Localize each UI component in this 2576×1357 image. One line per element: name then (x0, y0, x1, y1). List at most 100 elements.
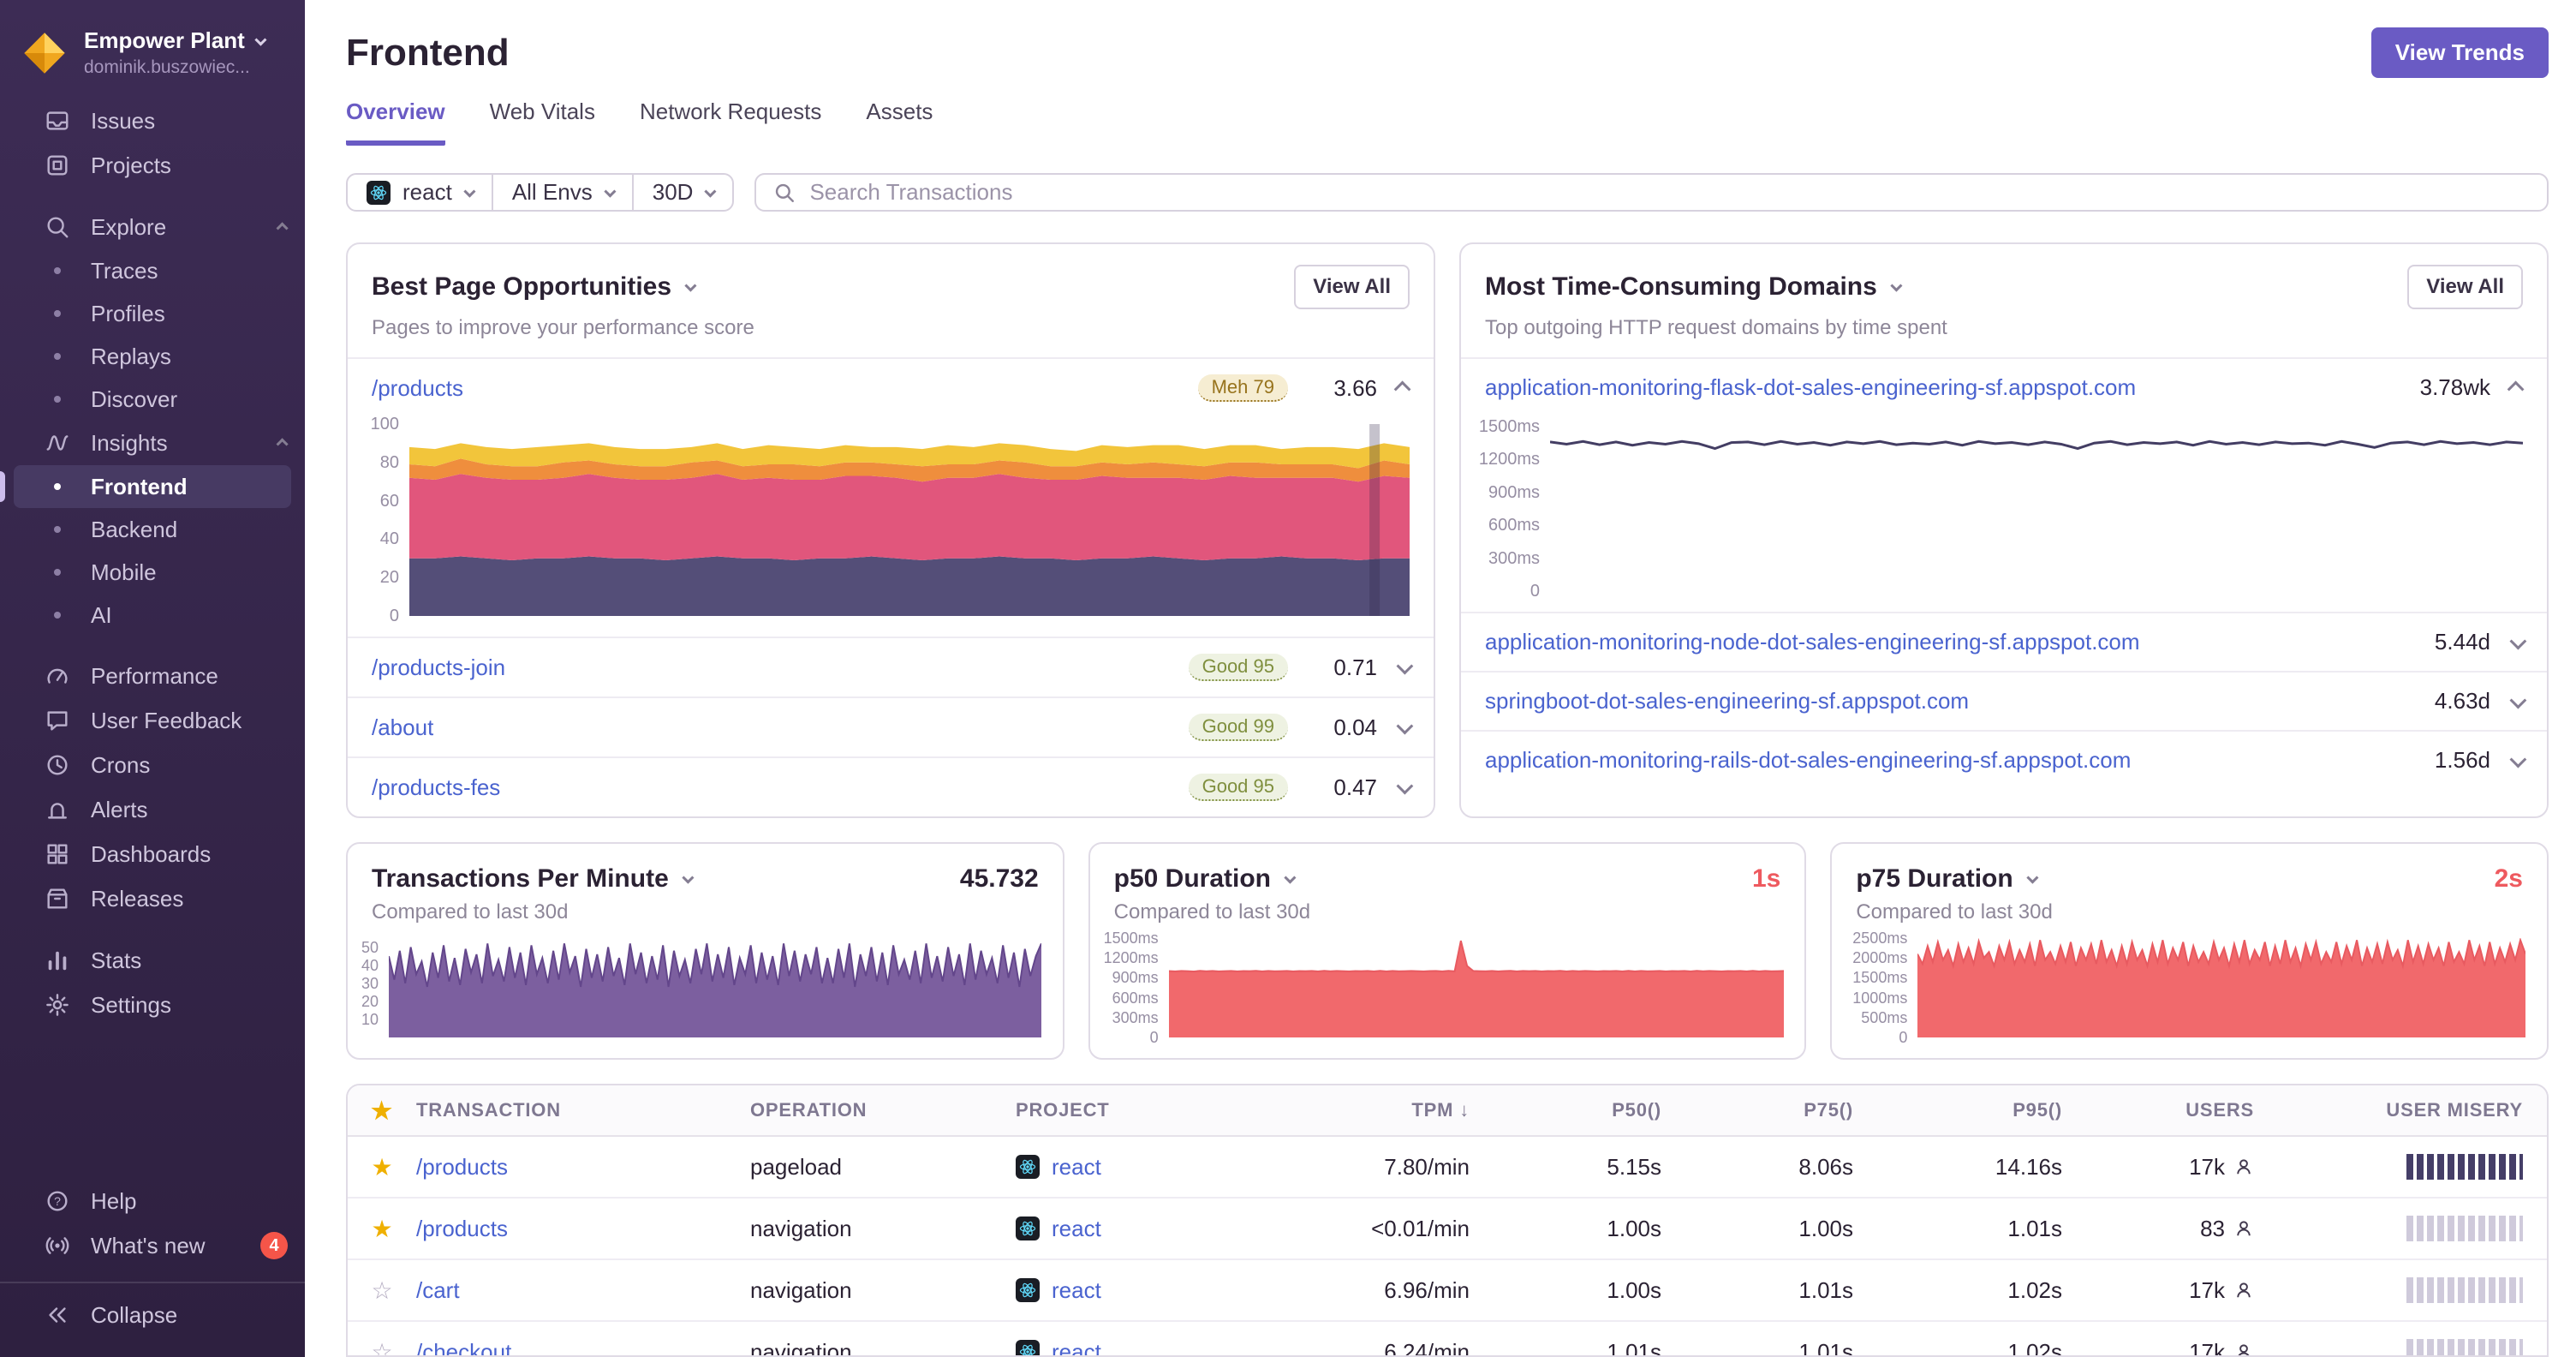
user-icon (2237, 1221, 2251, 1236)
chevron-up-icon[interactable] (1393, 380, 1411, 398)
chevron-down-icon[interactable] (2509, 691, 2527, 708)
whats-new-badge: 4 (260, 1232, 288, 1259)
metric-title-dropdown[interactable]: p75 Duration (1856, 864, 2039, 894)
sidebar-item-user-feedback[interactable]: User Feedback (0, 698, 305, 743)
environment-selector[interactable]: All Envs (493, 175, 634, 210)
sidebar-section-insights[interactable]: Insights (0, 421, 305, 465)
project-selector[interactable]: react (348, 175, 493, 210)
chevron-down-icon (604, 185, 617, 198)
transaction-link[interactable]: /products (416, 1154, 508, 1180)
sidebar-item-whats-new[interactable]: What's new 4 (0, 1223, 305, 1268)
search-input[interactable] (809, 179, 2530, 206)
sidebar-item-dashboards[interactable]: Dashboards (0, 832, 305, 876)
sidebar-item-discover[interactable]: Discover (0, 378, 305, 421)
sidebar-collapse-button[interactable]: Collapse (0, 1282, 305, 1336)
key-transaction-star[interactable]: ☆ (371, 1339, 392, 1356)
chevron-down-icon[interactable] (1396, 657, 1414, 675)
sidebar-item-alerts[interactable]: Alerts (0, 787, 305, 832)
sidebar-item-ai[interactable]: AI (0, 594, 305, 637)
chevron-down-icon[interactable] (1396, 717, 1414, 735)
sidebar-item-stats[interactable]: Stats (0, 938, 305, 983)
domain-link[interactable]: application-monitoring-rails-dot-sales-e… (1485, 747, 2435, 774)
project-link[interactable]: react (1052, 1277, 1101, 1304)
issues-icon (45, 108, 70, 134)
sidebar-item-performance[interactable]: Performance (0, 654, 305, 698)
column-header-users[interactable]: USERS (2079, 1099, 2271, 1121)
p95-cell: 1.02s (2007, 1276, 2062, 1303)
column-header-project[interactable]: PROJECT (1016, 1099, 1298, 1121)
domain-link[interactable]: application-monitoring-flask-dot-sales-e… (1485, 374, 2420, 401)
column-header-tpm[interactable]: TPM ↓ (1298, 1099, 1487, 1121)
project-link[interactable]: react (1052, 1339, 1101, 1356)
page-link[interactable]: /products-fes (372, 774, 500, 801)
sidebar-section-explore[interactable]: Explore (0, 205, 305, 249)
org-switcher[interactable]: Empower Plant dominik.buszowiec... (0, 17, 305, 99)
key-transaction-star[interactable]: ★ (371, 1216, 392, 1242)
metric-title-dropdown[interactable]: p50 Duration (1114, 864, 1297, 894)
date-range-selector[interactable]: 30D (634, 175, 733, 210)
p75-cell: 1.01s (1798, 1276, 1853, 1303)
best-page-opportunities-panel: Best Page Opportunities View All Pages t… (346, 242, 1435, 818)
operation-cell: pageload (750, 1153, 842, 1180)
tab-overview[interactable]: Overview (346, 99, 445, 146)
domain-link[interactable]: springboot-dot-sales-engineering-sf.apps… (1485, 688, 2435, 714)
view-trends-button[interactable]: View Trends (2370, 27, 2549, 78)
view-all-button[interactable]: View All (2407, 265, 2523, 309)
domain-link[interactable]: application-monitoring-node-dot-sales-en… (1485, 629, 2435, 655)
page-link[interactable]: /products (372, 375, 463, 402)
sidebar-item-label: Issues (91, 107, 156, 134)
tab-assets[interactable]: Assets (866, 99, 933, 146)
project-link[interactable]: react (1052, 1154, 1101, 1181)
sidebar-item-profiles[interactable]: Profiles (0, 292, 305, 335)
metric-title-dropdown[interactable]: Transactions Per Minute (372, 864, 695, 894)
view-all-button[interactable]: View All (1294, 265, 1410, 309)
transaction-link[interactable]: /products (416, 1216, 508, 1241)
react-project-icon (367, 180, 391, 205)
sidebar-item-crons[interactable]: Crons (0, 743, 305, 787)
domain-time: 4.63d (2434, 688, 2490, 714)
sidebar-item-label: Performance (91, 662, 218, 689)
project-link[interactable]: react (1052, 1216, 1101, 1242)
sidebar-item-releases[interactable]: Releases (0, 876, 305, 921)
transaction-link[interactable]: /checkout (416, 1339, 511, 1356)
bullet-icon (45, 474, 70, 499)
table-header-row: ★ TRANSACTION OPERATION PROJECT TPM ↓ P5… (348, 1085, 2547, 1137)
column-header-p95[interactable]: P95() (1870, 1099, 2079, 1121)
p50-cell: 1.00s (1607, 1215, 1661, 1241)
chevron-up-icon (276, 222, 289, 235)
column-header-operation[interactable]: OPERATION (750, 1099, 1016, 1121)
column-header-user-misery[interactable]: USER MISERY (2271, 1099, 2547, 1121)
panel-subtitle: Pages to improve your performance score (372, 316, 754, 339)
sidebar-item-issues[interactable]: Issues (0, 99, 305, 143)
sidebar-item-help[interactable]: ? Help (0, 1179, 305, 1223)
chevron-down-icon[interactable] (2509, 750, 2527, 768)
sidebar-item-frontend[interactable]: Frontend (14, 465, 291, 508)
chart-plot (1168, 938, 1785, 1037)
key-transaction-star[interactable]: ☆ (371, 1277, 392, 1304)
tab-web-vitals[interactable]: Web Vitals (490, 99, 595, 146)
sidebar-item-traces[interactable]: Traces (0, 249, 305, 292)
sidebar-item-replays[interactable]: Replays (0, 335, 305, 378)
page-link[interactable]: /about (372, 714, 433, 741)
sidebar-item-mobile[interactable]: Mobile (0, 551, 305, 594)
transaction-link[interactable]: /cart (416, 1277, 460, 1303)
column-header-p50[interactable]: P50() (1487, 1099, 1679, 1121)
environment-selector-value: All Envs (511, 179, 593, 205)
key-transaction-star[interactable]: ★ (371, 1154, 392, 1181)
sidebar-item-projects[interactable]: Projects (0, 143, 305, 188)
panel-title: Most Time-Consuming Domains (1485, 272, 1877, 301)
chevron-down-icon[interactable] (2509, 632, 2527, 649)
p95-cell: 14.16s (1995, 1153, 2062, 1180)
chevron-down-icon[interactable] (1396, 777, 1414, 795)
column-header-transaction[interactable]: TRANSACTION (416, 1099, 750, 1121)
p95-cell: 1.01s (2007, 1215, 2062, 1241)
panel-title-dropdown[interactable]: Most Time-Consuming Domains (1485, 272, 1903, 302)
sidebar-item-backend[interactable]: Backend (0, 508, 305, 551)
chevron-up-icon[interactable] (2507, 380, 2525, 398)
sidebar-item-settings[interactable]: Settings (0, 983, 305, 1027)
metric-value: 1s (1751, 864, 1781, 893)
page-link[interactable]: /products-join (372, 655, 505, 681)
panel-title-dropdown[interactable]: Best Page Opportunities (372, 272, 697, 302)
tab-network-requests[interactable]: Network Requests (640, 99, 821, 146)
column-header-p75[interactable]: P75() (1679, 1099, 1870, 1121)
